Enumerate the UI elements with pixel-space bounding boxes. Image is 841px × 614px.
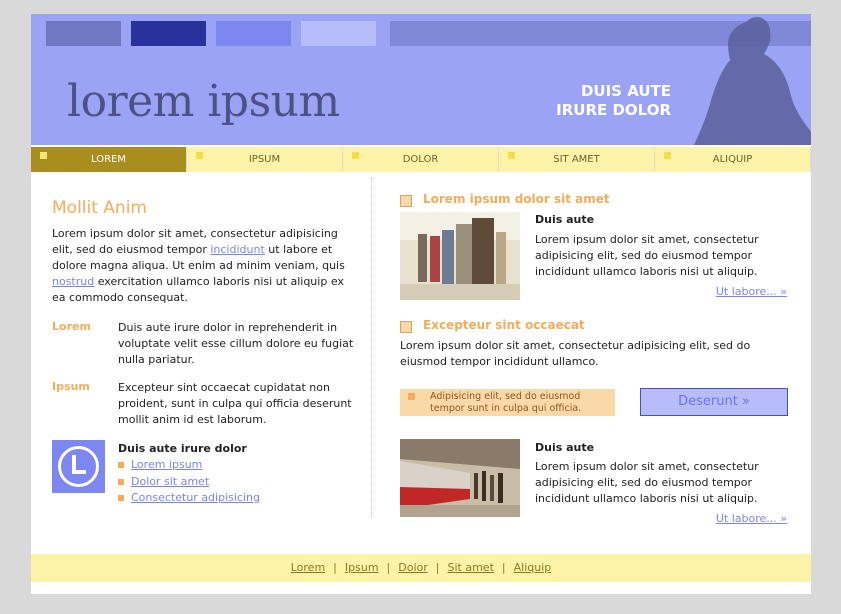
note-text: Adipisicing elit, sed do eiusmod tempor …	[430, 391, 582, 414]
nav-item-aliquip[interactable]: ALIQUIP	[655, 147, 811, 172]
definition-text: Duis aute irure dolor in reprehenderit i…	[118, 321, 354, 366]
box-link[interactable]: Lorem ipsum	[131, 458, 202, 471]
header-banner: lorem ipsum DUIS AUTE IRURE DOLOR	[31, 14, 811, 145]
footer-link-ipsum[interactable]: Ipsum	[345, 561, 379, 574]
definition-term: Lorem	[52, 320, 91, 333]
definition-text: Excepteur sint occaecat cupidatat non pr…	[118, 381, 352, 426]
note-box: Adipisicing elit, sed do eiusmod tempor …	[400, 389, 615, 416]
nav-item-label: ALIQUIP	[712, 154, 753, 165]
bullet-icon	[118, 495, 124, 501]
site-logo[interactable]: lorem ipsum	[67, 76, 340, 127]
box-link[interactable]: Consectetur adipisicing	[131, 491, 260, 504]
nav-bullet-icon	[196, 152, 203, 159]
crowd-photo	[400, 212, 520, 300]
nav-bullet-icon	[40, 152, 47, 159]
definition-term: Ipsum	[52, 380, 90, 393]
color-swatch	[131, 21, 206, 46]
nav-item-dolor[interactable]: DOLOR	[343, 147, 499, 172]
box-title: Duis aute irure dolor	[118, 442, 247, 455]
item-title: Duis aute	[535, 441, 595, 454]
nav-item-label: DOLOR	[402, 154, 439, 165]
main-nav: LOREM IPSUM DOLOR SIT AMET ALIQUIP	[31, 147, 811, 172]
color-swatch	[301, 21, 376, 46]
item-text: Lorem ipsum dolor sit amet, consectetur …	[535, 233, 759, 278]
footer-link-lorem[interactable]: Lorem	[291, 561, 325, 574]
footer-link-sit-amet[interactable]: Sit amet	[448, 561, 494, 574]
section-heading: Excepteur sint occaecat	[423, 318, 585, 332]
section-heading: Lorem ipsum dolor sit amet	[423, 192, 610, 206]
read-more-link[interactable]: Ut labore... »	[716, 512, 787, 525]
list-item: Lorem ipsum	[118, 457, 358, 474]
list-item: Consectetur adipisicing	[118, 490, 358, 507]
box-link-list: Lorem ipsum Dolor sit amet Consectetur a…	[118, 457, 358, 507]
woman-silhouette-image	[694, 17, 811, 145]
item-title: Duis aute	[535, 213, 595, 226]
footer-separator: |	[333, 561, 337, 574]
nav-item-label: IPSUM	[248, 154, 281, 165]
train-photo	[400, 439, 520, 517]
clock-icon	[52, 440, 105, 493]
footer-separator: |	[435, 561, 440, 574]
read-more-link[interactable]: Ut labore... »	[716, 285, 787, 298]
footer-separator: |	[501, 561, 506, 574]
nav-bullet-icon	[508, 152, 515, 159]
section-text: Lorem ipsum dolor sit amet, consectetur …	[400, 339, 751, 368]
intro-link-nostrud[interactable]: nostrud	[52, 275, 94, 288]
nav-item-ipsum[interactable]: IPSUM	[187, 147, 343, 172]
bullet-icon	[118, 462, 124, 468]
nav-item-label: SIT AMET	[553, 154, 600, 165]
intro-link-incididunt[interactable]: incididunt	[210, 243, 264, 256]
list-item: Dolor sit amet	[118, 474, 358, 491]
section-square-icon	[400, 321, 412, 333]
nav-bullet-icon	[352, 152, 359, 159]
tagline-line: IRURE DOLOR	[556, 101, 671, 119]
nav-item-sit-amet[interactable]: SIT AMET	[499, 147, 655, 172]
footer-link-dolor[interactable]: Dolor	[398, 561, 428, 574]
color-swatch	[46, 21, 121, 46]
box-link[interactable]: Dolor sit amet	[131, 475, 209, 488]
page: lorem ipsum DUIS AUTE IRURE DOLOR LOREM …	[31, 14, 811, 594]
footer-link-aliquip[interactable]: Aliquip	[514, 561, 552, 574]
column-divider	[371, 177, 372, 517]
footer-separator: |	[386, 561, 391, 574]
tagline-line: DUIS AUTE	[580, 82, 671, 100]
color-swatch	[216, 21, 291, 46]
note-bullet-icon	[408, 393, 415, 400]
footer-nav: Lorem | Ipsum | Dolor | Sit amet | Aliquip	[31, 554, 811, 582]
bullet-icon	[118, 478, 124, 485]
item-text: Lorem ipsum dolor sit amet, consectetur …	[535, 460, 759, 505]
section-square-icon	[400, 195, 412, 207]
intro-paragraph: Lorem ipsum dolor sit amet, consectetur …	[52, 226, 352, 306]
deserunt-button[interactable]: Deserunt »	[640, 388, 788, 416]
left-heading: Mollit Anim	[52, 198, 147, 218]
nav-bullet-icon	[664, 152, 671, 159]
header-tagline: DUIS AUTE IRURE DOLOR	[556, 82, 671, 120]
intro-text: exercitation ullamco laboris nisi ut ali…	[52, 275, 344, 304]
nav-item-lorem[interactable]: LOREM	[31, 147, 187, 172]
nav-item-label: LOREM	[91, 154, 126, 165]
